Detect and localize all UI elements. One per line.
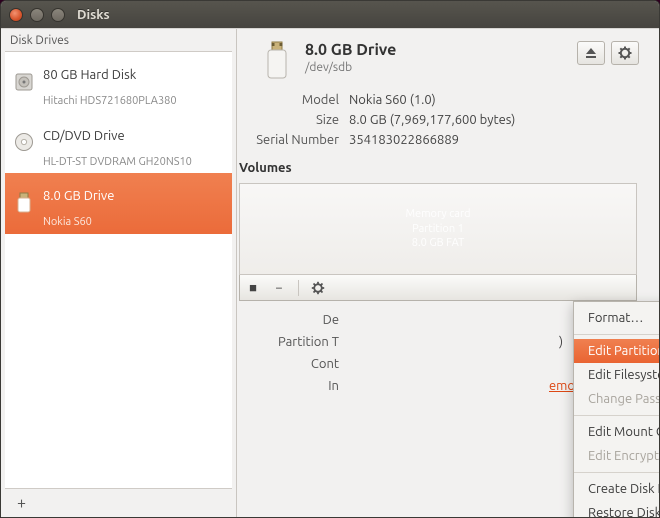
mounted-label: In — [237, 379, 349, 393]
optical-drive-icon — [13, 131, 35, 153]
drive-item-text: 8.0 GB Drive Nokia S60 — [43, 177, 134, 229]
model-label: Model — [237, 93, 349, 107]
size-label: Size — [237, 113, 349, 127]
menu-change-passphrase: Change Passphrase… — [574, 387, 659, 411]
model-value: Nokia S60 (1.0) — [349, 93, 639, 107]
usb-drive-icon — [13, 192, 35, 214]
sidebar-footer: + — [1, 489, 236, 517]
drive-header: 8.0 GB Drive /dev/sdb — [237, 41, 639, 81]
drive-actions — [577, 41, 639, 65]
eject-button[interactable] — [577, 41, 605, 65]
mount-toggle-button[interactable]: ■ — [246, 280, 260, 295]
menu-restore-disk-image[interactable]: Restore Disk Image… — [574, 501, 659, 517]
drive-item-sub: Nokia S60 — [43, 216, 134, 229]
ptype-label: Partition T — [237, 335, 349, 349]
drive-item-optical[interactable]: CD/DVD Drive HL-DT-ST DVDRAM GH20NS10 — [5, 113, 232, 174]
sidebar-header: Disk Drives — [1, 29, 236, 51]
volume-options-button[interactable] — [311, 281, 325, 295]
volumes-toolbar: ■ − — [239, 275, 637, 301]
volume-context-menu: Format… Edit Partition Type… Edit Filesy… — [573, 301, 659, 517]
close-window-button[interactable] — [9, 8, 23, 22]
drive-item-name: 8.0 GB Drive — [43, 177, 134, 216]
menu-edit-encryption-options: Edit Encryption Options… — [574, 444, 659, 468]
drive-item-name: 80 GB Hard Disk — [43, 56, 177, 95]
menu-create-disk-image[interactable]: Create Disk Image… — [574, 477, 659, 501]
drive-item-usb[interactable]: 8.0 GB Drive Nokia S60 — [5, 173, 232, 234]
usb-drive-large-icon — [263, 41, 291, 81]
window-body: Disk Drives 80 GB Hard Disk Hitachi HDS7… — [1, 28, 659, 517]
drive-item-sub: Hitachi HDS721680PLA380 — [43, 95, 177, 108]
menu-format[interactable]: Format… — [574, 306, 659, 330]
main-pane: 8.0 GB Drive /dev/sdb Model Nokia S60 (1… — [237, 29, 659, 517]
volume-line3: 8.0 GB FAT — [405, 236, 470, 251]
drive-list: 80 GB Hard Disk Hitachi HDS721680PLA380 … — [5, 51, 232, 489]
maximize-window-button[interactable] — [51, 8, 65, 22]
window-controls — [9, 8, 65, 22]
volume-line1: Memory card — [405, 207, 470, 222]
size-value: 8.0 GB (7,969,177,600 bytes) — [349, 113, 639, 127]
drive-options-button[interactable] — [611, 41, 639, 65]
menu-separator — [574, 472, 659, 473]
volume-label: Memory card Partition 1 8.0 GB FAT — [405, 207, 470, 252]
drive-properties: Model Nokia S60 (1.0) Size 8.0 GB (7,969… — [237, 93, 639, 147]
serial-label: Serial Number — [237, 133, 349, 147]
sidebar: Disk Drives 80 GB Hard Disk Hitachi HDS7… — [1, 29, 237, 517]
delete-partition-button[interactable]: − — [272, 281, 286, 295]
add-drive-button[interactable]: + — [11, 492, 32, 514]
drive-item-sub: HL-DT-ST DVDRAM GH20NS10 — [43, 156, 192, 169]
minimize-window-button[interactable] — [30, 8, 44, 22]
drive-item-text: 80 GB Hard Disk Hitachi HDS721680PLA380 — [43, 56, 177, 108]
contents-label: Cont — [237, 357, 349, 371]
menu-edit-mount-options[interactable]: Edit Mount Options… — [574, 420, 659, 444]
device-label: De — [237, 313, 349, 327]
volumes-diagram[interactable]: Memory card Partition 1 8.0 GB FAT — [239, 183, 637, 275]
menu-edit-partition-type[interactable]: Edit Partition Type… — [574, 339, 659, 363]
window-title: Disks — [77, 8, 110, 22]
drive-item-hdd[interactable]: 80 GB Hard Disk Hitachi HDS721680PLA380 — [5, 52, 232, 113]
menu-edit-fs-label[interactable]: Edit Filesystem Label… — [574, 363, 659, 387]
drive-title: 8.0 GB Drive — [305, 41, 563, 59]
drive-device-path: /dev/sdb — [305, 61, 563, 74]
toolbar-separator — [298, 280, 299, 296]
volumes-title: Volumes — [239, 161, 639, 175]
disks-window: Disks Disk Drives 80 GB Hard Disk Hitach… — [0, 0, 660, 518]
volume-line2: Partition 1 — [405, 222, 470, 237]
menu-separator — [574, 334, 659, 335]
serial-value: 354183022866889 — [349, 133, 639, 147]
drive-item-text: CD/DVD Drive HL-DT-ST DVDRAM GH20NS10 — [43, 117, 192, 169]
drive-header-text: 8.0 GB Drive /dev/sdb — [305, 41, 563, 74]
drive-item-name: CD/DVD Drive — [43, 117, 192, 156]
hdd-icon — [13, 71, 35, 93]
titlebar: Disks — [1, 1, 659, 28]
menu-separator — [574, 415, 659, 416]
